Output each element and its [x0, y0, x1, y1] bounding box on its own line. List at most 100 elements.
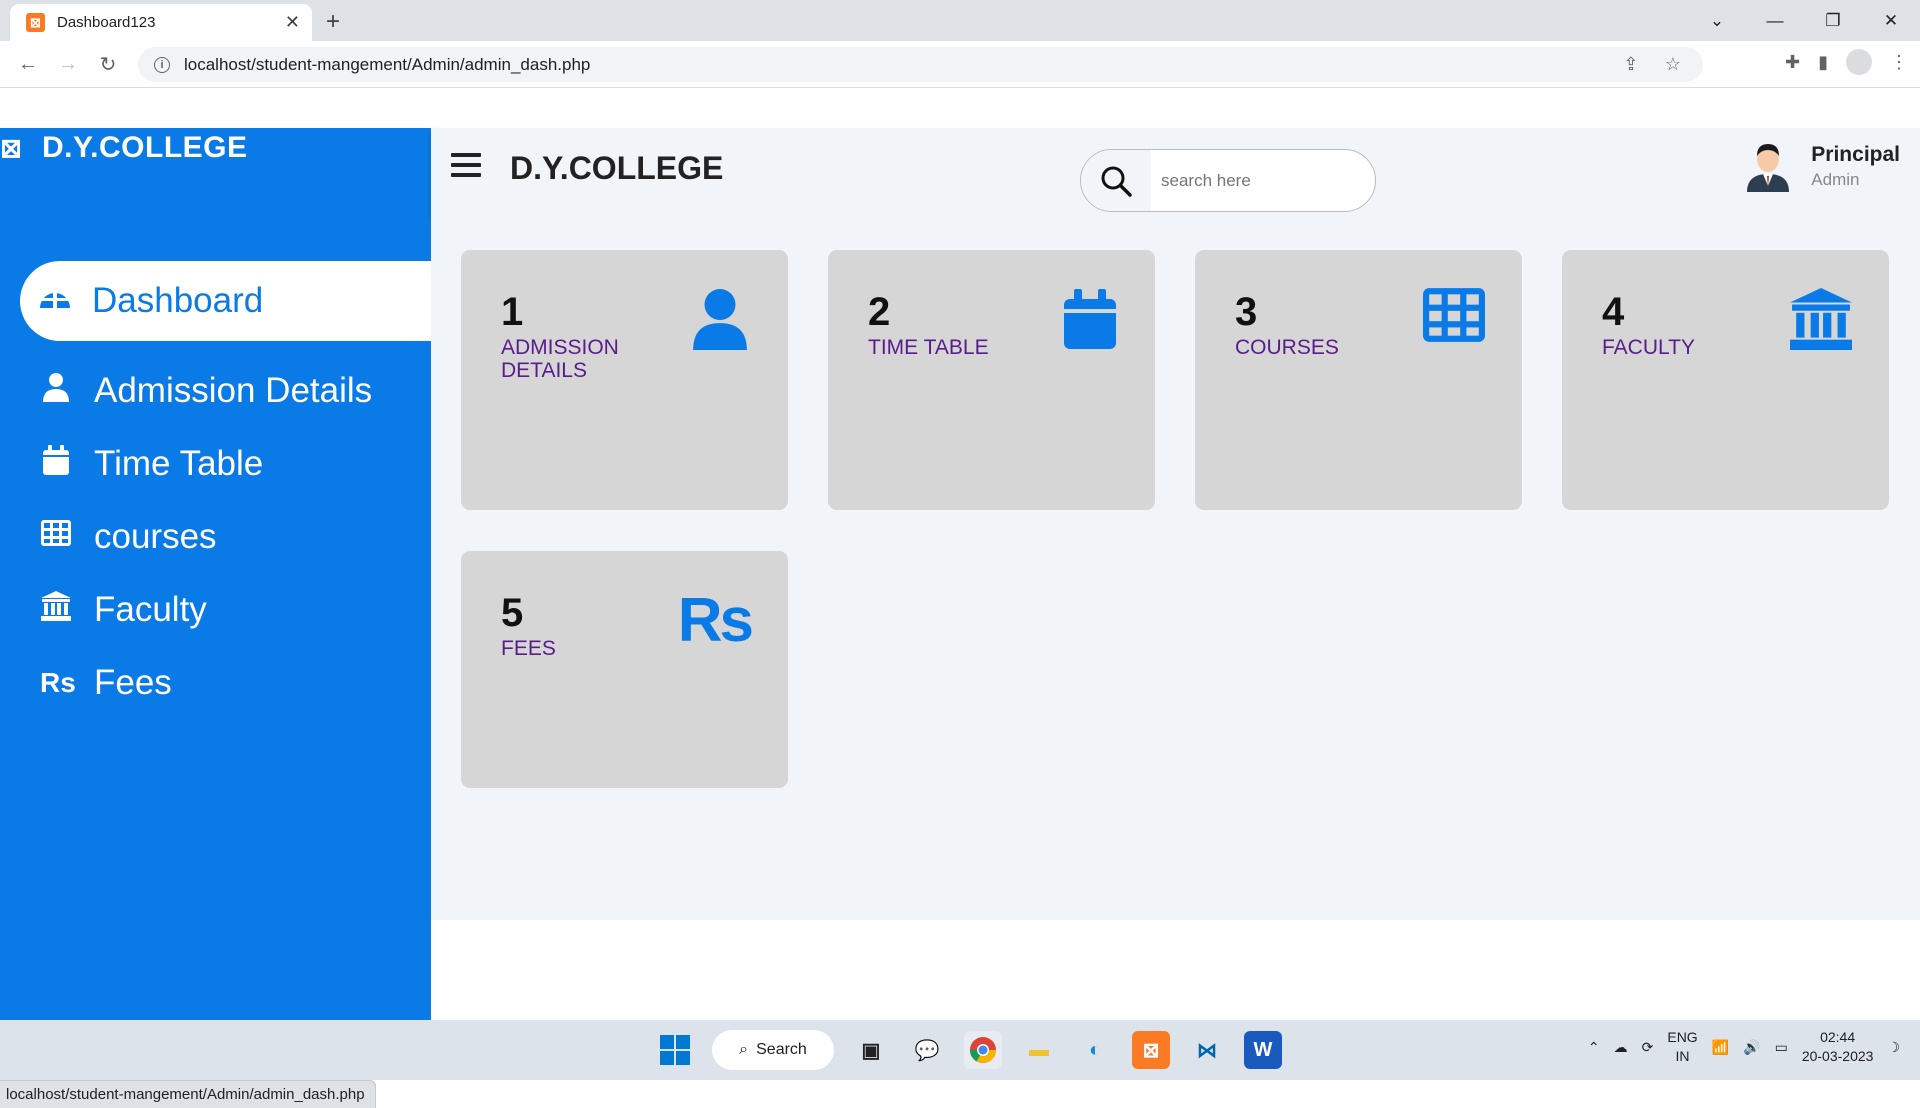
user-profile[interactable]: Principal Admin	[1745, 140, 1900, 192]
avatar	[1747, 144, 1790, 192]
task-view-icon[interactable]: ▣	[852, 1031, 890, 1069]
night-mode-icon[interactable]: ☽	[1887, 1039, 1900, 1056]
card-fees[interactable]: 5 FEES Rs	[461, 551, 788, 788]
user-role: Admin	[1811, 169, 1860, 189]
brand-logo-icon: ⊠	[0, 133, 22, 163]
card-admission-details[interactable]: 1 ADMISSION DETAILS	[461, 250, 788, 510]
search-input[interactable]	[1151, 170, 1351, 191]
volume-icon[interactable]: 🔊	[1743, 1039, 1760, 1056]
card-label: ADMISSION DETAILS	[501, 336, 619, 382]
sidebar-item-label: Time Table	[94, 443, 264, 483]
top-bar: D.Y.COLLEGE Principal Admin	[431, 128, 1920, 220]
card-number: 3	[1235, 290, 1258, 334]
sidebar-item-label: Admission Details	[94, 370, 373, 410]
close-tab-icon[interactable]: ✕	[285, 12, 300, 33]
rupee-icon: Rs	[677, 586, 754, 655]
sync-icon[interactable]: ⟳	[1642, 1039, 1654, 1056]
sidebar-item-fees[interactable]: Rs Fees	[0, 646, 431, 719]
page-title: D.Y.COLLEGE	[510, 150, 724, 186]
sidebar-item-admission-details[interactable]: Admission Details	[0, 354, 431, 427]
close-window-icon[interactable]: ✕	[1862, 11, 1920, 31]
search-icon[interactable]	[1081, 150, 1151, 211]
browser-tab[interactable]: ⊠ Dashboard123 ✕	[10, 4, 312, 41]
battery-icon[interactable]: ▭	[1775, 1039, 1788, 1056]
tab-title: Dashboard123	[57, 14, 156, 31]
back-icon[interactable]: ←	[8, 53, 48, 76]
xampp-favicon-icon: ⊠	[26, 13, 45, 32]
grid-icon	[40, 519, 72, 554]
windows-start-icon[interactable]	[656, 1031, 694, 1069]
wifi-icon[interactable]: 📶	[1712, 1039, 1729, 1056]
extensions-icon[interactable]: ✚	[1785, 52, 1800, 73]
sidebar-item-label: Fees	[94, 662, 172, 702]
page-viewport: ⊠ D.Y.COLLEGE Dashboard Admission Detail…	[0, 88, 1920, 1108]
sidebar-item-label: Faculty	[94, 589, 207, 629]
user-icon	[689, 288, 751, 355]
language-indicator[interactable]: ENG IN	[1667, 1028, 1697, 1066]
chrome-icon[interactable]	[964, 1031, 1002, 1069]
restore-icon[interactable]: ❐	[1804, 11, 1862, 31]
taskbar-search[interactable]: ⌕ Search	[712, 1030, 834, 1070]
search-box	[1080, 149, 1376, 212]
main-area: D.Y.COLLEGE Principal Admin	[431, 128, 1920, 1020]
sidebar-brand[interactable]: ⊠ D.Y.COLLEGE	[0, 128, 431, 168]
bookmark-star-icon[interactable]: ☆	[1665, 54, 1681, 74]
sidebar-item-time-table[interactable]: Time Table	[0, 427, 431, 500]
clock-time: 02:44	[1820, 1029, 1856, 1045]
clock-date: 20-03-2023	[1801, 1048, 1874, 1064]
site-info-icon[interactable]: i	[154, 56, 170, 73]
brand-text: D.Y.COLLEGE	[42, 131, 248, 164]
sidebar-item-faculty[interactable]: Faculty	[0, 573, 431, 646]
sidebar-item-dashboard[interactable]: Dashboard	[20, 261, 431, 341]
bank-icon	[40, 590, 72, 629]
card-label: TIME TABLE	[868, 336, 989, 359]
browser-tab-bar: ⊠ Dashboard123 ✕ + ⌄ — ❐ ✕	[0, 0, 1920, 41]
hamburger-menu-icon[interactable]	[451, 153, 481, 183]
vscode-icon[interactable]: ⋈	[1188, 1031, 1226, 1069]
search-icon: ⌕	[739, 1041, 749, 1058]
new-tab-button[interactable]: +	[326, 8, 340, 36]
omnibox[interactable]: i localhost/student-mangement/Admin/admi…	[138, 47, 1703, 82]
card-label: FEES	[501, 637, 556, 660]
teams-chat-icon[interactable]: 💬	[908, 1031, 946, 1069]
edge-icon[interactable]: ◐	[1076, 1031, 1114, 1069]
tab-search-icon[interactable]: ⌄	[1688, 11, 1746, 31]
user-icon	[40, 372, 72, 410]
sidebar-item-label: Dashboard	[92, 281, 264, 320]
window-controls: ⌄ — ❐ ✕	[1688, 0, 1920, 41]
windows-taskbar: ⌕ Search ▣ 💬 ▬ ◐ ⊠ ⋈ W ⌃ ☁ ⟳ ENG IN 📶 🔊 …	[0, 1020, 1920, 1080]
dashboard-content: 1 ADMISSION DETAILS 2 TIME TABLE 3 COURS…	[431, 220, 1920, 920]
url-text[interactable]: localhost/student-mangement/Admin/admin_…	[184, 55, 1623, 75]
xampp-icon[interactable]: ⊠	[1132, 1031, 1170, 1069]
rupee-icon: Rs	[40, 666, 76, 698]
taskbar-search-label: Search	[756, 1041, 807, 1058]
side-panel-icon[interactable]: ▮	[1818, 52, 1828, 73]
tray-chevron-icon[interactable]: ⌃	[1588, 1039, 1600, 1056]
word-icon[interactable]: W	[1244, 1031, 1282, 1069]
card-label: FACULTY	[1602, 336, 1695, 359]
card-courses[interactable]: 3 COURSES	[1195, 250, 1522, 510]
bank-icon	[1790, 288, 1852, 355]
share-icon[interactable]: ⇪	[1623, 54, 1638, 74]
card-faculty[interactable]: 4 FACULTY	[1562, 250, 1889, 510]
reload-icon[interactable]: ↻	[88, 52, 128, 77]
card-number: 5	[501, 591, 524, 635]
lang-bottom: IN	[1675, 1048, 1690, 1064]
minimize-icon[interactable]: —	[1746, 11, 1804, 31]
file-explorer-icon[interactable]: ▬	[1020, 1031, 1058, 1069]
card-number: 1	[501, 290, 524, 334]
user-name: Principal	[1811, 142, 1900, 166]
calendar-icon	[40, 444, 72, 483]
onedrive-icon[interactable]: ☁	[1614, 1039, 1628, 1056]
dashboard-icon	[38, 284, 70, 318]
sidebar-item-courses[interactable]: courses	[0, 500, 431, 573]
sidebar-menu: Dashboard Admission Details Time Table c…	[0, 261, 431, 719]
card-time-table[interactable]: 2 TIME TABLE	[828, 250, 1155, 510]
status-link-preview: localhost/student-mangement/Admin/admin_…	[0, 1080, 376, 1108]
grid-icon	[1423, 288, 1485, 347]
clock[interactable]: 02:44 20-03-2023	[1802, 1028, 1874, 1066]
profile-avatar-icon[interactable]	[1846, 49, 1872, 75]
forward-icon[interactable]: →	[48, 53, 88, 76]
menu-kebab-icon[interactable]: ⋮	[1890, 52, 1908, 73]
calendar-icon	[1062, 288, 1118, 355]
